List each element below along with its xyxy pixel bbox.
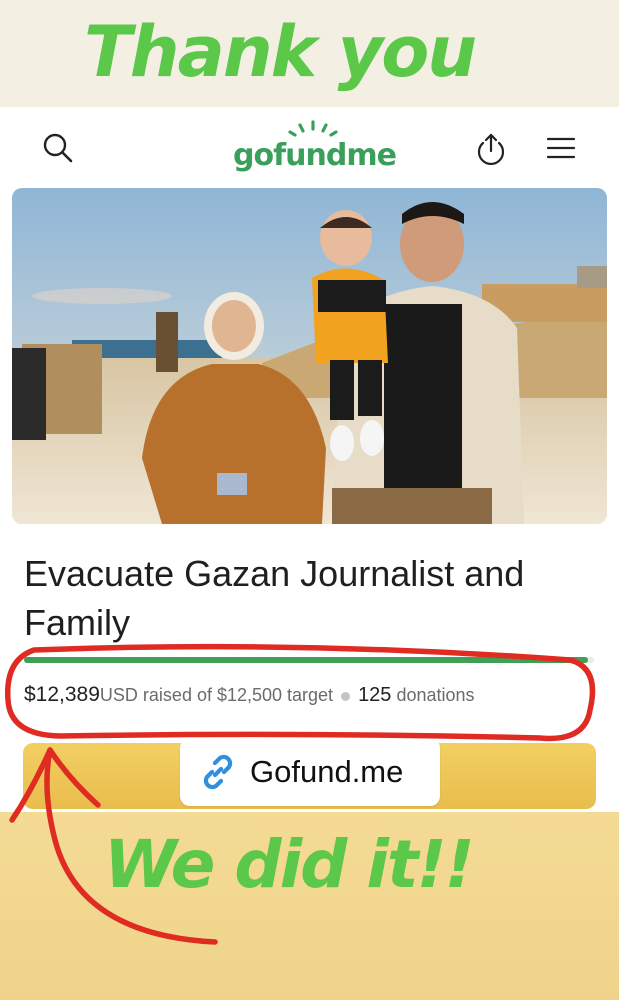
story-celebration: We did it!! (104, 826, 475, 903)
separator-dot (341, 691, 351, 701)
gofundme-logo[interactable]: gofundme (233, 120, 397, 180)
search-icon (43, 133, 73, 163)
search-button[interactable] (38, 128, 78, 168)
family-beach-photo (12, 188, 607, 524)
share-button[interactable] (471, 128, 511, 168)
raised-amount: $12,389 (24, 683, 100, 706)
menu-button[interactable] (541, 128, 581, 168)
donations-count: 125 (358, 684, 392, 706)
link-sticker[interactable]: Gofund.me (180, 738, 440, 806)
campaign-title[interactable]: Evacuate Gazan Journalist and Family (24, 549, 604, 647)
progress-fill (24, 657, 589, 663)
progress-bar (24, 657, 594, 663)
raised-target-text: USD raised of $12,500 target (99, 685, 334, 705)
link-label: Gofund.me (250, 754, 404, 789)
story-headline: Thank you (84, 11, 477, 93)
donations-label: donations (396, 685, 475, 705)
share-icon (477, 133, 505, 165)
funding-stats: $12,389USD raised of $12,500 target 125 d… (24, 681, 475, 709)
campaign-photo[interactable] (12, 188, 607, 524)
logo-text: gofundme (233, 138, 397, 173)
link-icon (203, 754, 233, 790)
menu-icon (546, 137, 576, 159)
